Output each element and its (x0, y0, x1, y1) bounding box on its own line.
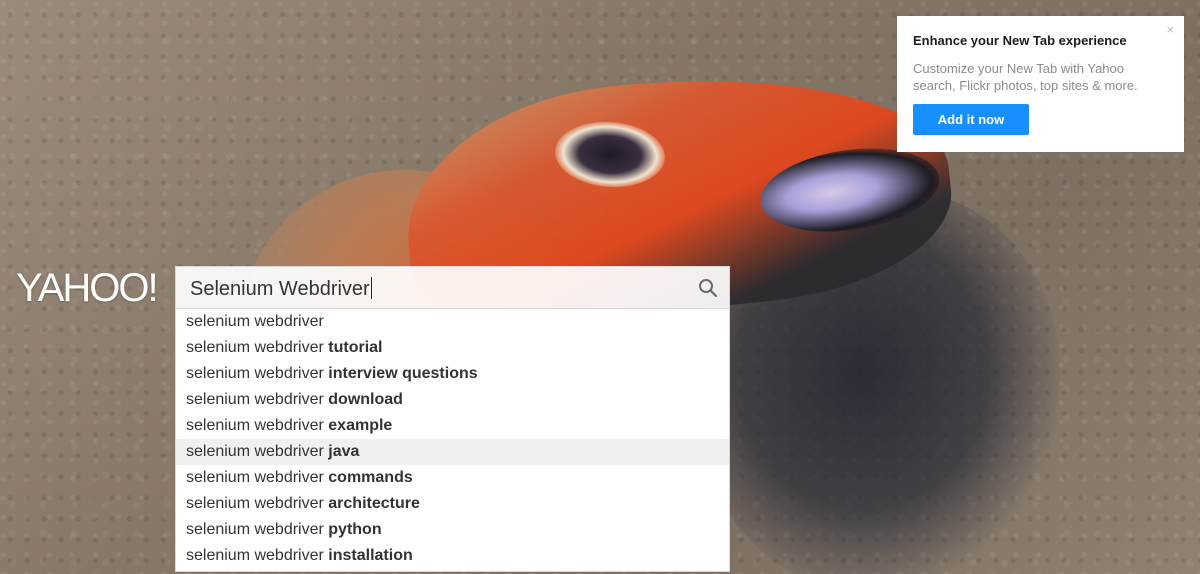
suggestion-prefix: selenium webdriver (186, 547, 329, 564)
suggestion-completion: interview questions (328, 365, 478, 382)
suggestion-prefix: selenium webdriver (186, 417, 329, 434)
suggestion-item[interactable]: selenium webdriver commands (176, 465, 729, 491)
search-box[interactable]: Selenium Webdriver (175, 266, 730, 309)
add-it-now-button[interactable]: Add it now (913, 104, 1029, 135)
suggestion-completion: installation (328, 547, 413, 564)
suggestion-item[interactable]: selenium webdriver java (176, 439, 729, 465)
yahoo-logo[interactable]: YAHOO! (16, 266, 159, 310)
suggestion-prefix: selenium webdriver (186, 469, 329, 486)
text-caret (370, 277, 372, 299)
suggestion-completion: python (328, 521, 382, 538)
suggestion-item[interactable]: selenium webdriver installation (176, 543, 729, 569)
suggestion-prefix: selenium webdriver (186, 313, 324, 330)
search-input[interactable]: Selenium Webdriver (190, 277, 372, 301)
suggestion-item[interactable]: selenium webdriver tutorial (176, 335, 729, 361)
suggestion-item[interactable]: selenium webdriver architecture (176, 491, 729, 517)
suggestion-prefix: selenium webdriver (186, 339, 329, 356)
suggestion-prefix: selenium webdriver (186, 521, 329, 538)
suggestion-item[interactable]: selenium webdriver python (176, 517, 729, 543)
search-icon (699, 279, 718, 298)
search-query: Selenium Webdriver (190, 278, 370, 300)
suggestion-prefix: selenium webdriver (186, 365, 329, 382)
suggestion-completion: example (328, 417, 393, 434)
suggestion-prefix: selenium webdriver (186, 391, 329, 408)
suggestion-prefix: selenium webdriver (186, 495, 329, 512)
suggestion-prefix: selenium webdriver (186, 443, 329, 460)
suggestion-completion: tutorial (328, 339, 383, 356)
close-icon[interactable]: × (1166, 22, 1174, 37)
suggestion-item[interactable]: selenium webdriver example (176, 413, 729, 439)
suggestion-item[interactable]: selenium webdriver (176, 309, 729, 335)
suggestion-item[interactable]: selenium webdriver interview questions (176, 361, 729, 387)
suggestion-completion: download (328, 391, 403, 408)
promo-title: Enhance your New Tab experience (913, 33, 1127, 48)
suggestion-completion: java (328, 443, 360, 460)
search-button[interactable] (695, 275, 721, 301)
promo-description: Customize your New Tab with Yahoo search… (913, 61, 1138, 93)
suggestion-completion: commands (328, 469, 413, 486)
new-tab-promo: × Enhance your New Tab experience Custom… (897, 16, 1184, 152)
suggestion-list: selenium webdriver selenium webdriver tut… (175, 309, 730, 572)
suggestion-item[interactable]: selenium webdriver download (176, 387, 729, 413)
suggestion-completion: architecture (328, 495, 420, 512)
